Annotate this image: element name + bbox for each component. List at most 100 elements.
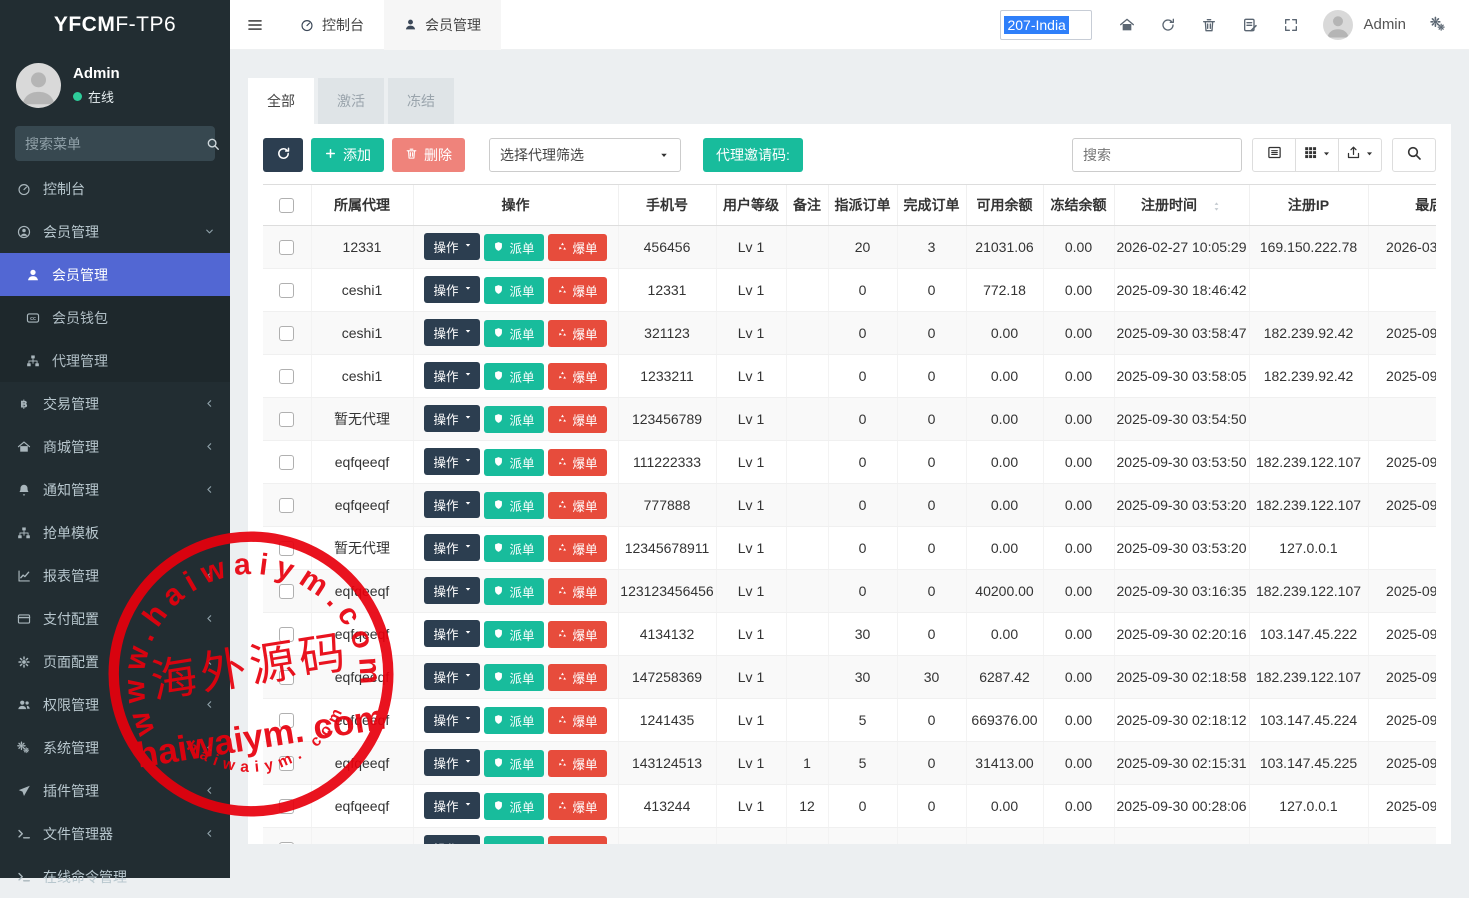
row-operate-button[interactable]: 操作	[424, 362, 480, 389]
detail-view-button[interactable]	[1252, 138, 1296, 172]
sidebar-item-trade-manage[interactable]: ฿交易管理	[0, 382, 230, 425]
trash-icon[interactable]	[1188, 0, 1229, 50]
sidebar-item-report-manage[interactable]: 报表管理	[0, 554, 230, 597]
row-operate-button[interactable]: 操作	[424, 405, 480, 432]
row-burst-button[interactable]: 爆单	[548, 535, 607, 562]
row-operate-button[interactable]: 操作	[424, 663, 480, 690]
quick-input[interactable]: 207-India	[1000, 10, 1092, 40]
menu-search-input[interactable]	[25, 136, 206, 152]
row-burst-button[interactable]: 爆单	[548, 406, 607, 433]
row-checkbox[interactable]	[279, 799, 294, 814]
table-search-input[interactable]	[1072, 138, 1242, 172]
row-burst-button[interactable]: 爆单	[548, 707, 607, 734]
sidebar-item-system-manage[interactable]: 系统管理	[0, 726, 230, 769]
row-operate-button[interactable]: 操作	[424, 577, 480, 604]
sidebar-item-console[interactable]: 控制台	[0, 167, 230, 210]
row-operate-button[interactable]: 操作	[424, 448, 480, 475]
hamburger-icon[interactable]	[230, 16, 280, 34]
sidebar-item-mall-manage[interactable]: 商城管理	[0, 425, 230, 468]
row-operate-button[interactable]: 操作	[424, 835, 480, 844]
row-operate-button[interactable]: 操作	[424, 534, 480, 561]
row-checkbox[interactable]	[279, 326, 294, 341]
sidebar-item-plugin-manage[interactable]: 插件管理	[0, 769, 230, 812]
row-dispatch-button[interactable]: 派单	[484, 621, 543, 648]
table-search-button[interactable]	[1392, 138, 1436, 172]
row-checkbox[interactable]	[279, 369, 294, 384]
row-checkbox[interactable]	[279, 842, 294, 844]
sidebar-item-file-manager[interactable]: 文件管理器	[0, 812, 230, 855]
row-operate-button[interactable]: 操作	[424, 749, 480, 776]
row-dispatch-button[interactable]: 派单	[484, 664, 543, 691]
row-operate-button[interactable]: 操作	[424, 319, 480, 346]
sidebar-item-perm-manage[interactable]: 权限管理	[0, 683, 230, 726]
row-dispatch-button[interactable]: 派单	[484, 449, 543, 476]
row-dispatch-button[interactable]: 派单	[484, 750, 543, 777]
topbar-tab-console[interactable]: 控制台	[280, 0, 384, 50]
sidebar-item-agent-manage[interactable]: 代理管理	[0, 339, 230, 382]
row-burst-button[interactable]: 爆单	[548, 621, 607, 648]
sidebar-item-page-config[interactable]: 页面配置	[0, 640, 230, 683]
row-checkbox[interactable]	[279, 756, 294, 771]
row-dispatch-button[interactable]: 派单	[484, 707, 543, 734]
topbar-tab-members[interactable]: 会员管理	[384, 0, 501, 50]
row-burst-button[interactable]: 爆单	[548, 664, 607, 691]
row-dispatch-button[interactable]: 派单	[484, 363, 543, 390]
row-dispatch-button[interactable]: 派单	[484, 406, 543, 433]
column-header-9[interactable]: 注册时间	[1114, 185, 1249, 226]
agent-filter-select[interactable]: 选择代理筛选	[489, 138, 681, 172]
add-button[interactable]: 添加	[311, 138, 384, 172]
sidebar-item-member-wallet[interactable]: cc会员钱包	[0, 296, 230, 339]
row-operate-button[interactable]: 操作	[424, 276, 480, 303]
row-burst-button[interactable]: 爆单	[548, 277, 607, 304]
row-burst-button[interactable]: 爆单	[548, 449, 607, 476]
row-dispatch-button[interactable]: 派单	[484, 277, 543, 304]
select-all-checkbox[interactable]	[279, 198, 294, 213]
sidebar-item-pay-config[interactable]: 支付配置	[0, 597, 230, 640]
row-dispatch-button[interactable]: 派单	[484, 578, 543, 605]
row-operate-button[interactable]: 操作	[424, 706, 480, 733]
row-operate-button[interactable]: 操作	[424, 233, 480, 260]
row-operate-button[interactable]: 操作	[424, 792, 480, 819]
fullscreen-icon[interactable]	[1270, 0, 1311, 50]
row-checkbox[interactable]	[279, 713, 294, 728]
row-burst-button[interactable]: 爆单	[548, 320, 607, 347]
row-dispatch-button[interactable]: 派单	[484, 793, 543, 820]
edit-doc-icon[interactable]	[1229, 0, 1270, 50]
home-icon[interactable]	[1106, 0, 1147, 50]
columns-toggle-button[interactable]	[1295, 138, 1339, 172]
row-checkbox[interactable]	[279, 455, 294, 470]
row-dispatch-button[interactable]: 派单	[484, 234, 543, 261]
tab-active[interactable]: 激活	[318, 78, 384, 124]
row-burst-button[interactable]: 爆单	[548, 750, 607, 777]
row-checkbox[interactable]	[279, 240, 294, 255]
row-checkbox[interactable]	[279, 584, 294, 599]
row-dispatch-button[interactable]: 派单	[484, 836, 543, 844]
tab-all[interactable]: 全部	[248, 78, 314, 124]
row-burst-button[interactable]: 爆单	[548, 234, 607, 261]
row-checkbox[interactable]	[279, 283, 294, 298]
refresh-table-button[interactable]	[263, 138, 303, 172]
sidebar-item-member-manage[interactable]: 会员管理	[0, 253, 230, 296]
row-checkbox[interactable]	[279, 670, 294, 685]
row-dispatch-button[interactable]: 派单	[484, 320, 543, 347]
sort-icon[interactable]	[1211, 201, 1222, 212]
settings-cogs-icon[interactable]	[1418, 0, 1459, 50]
sidebar-item-notify-manage[interactable]: 通知管理	[0, 468, 230, 511]
brand-logo[interactable]: YFCMF-TP6	[0, 0, 230, 50]
refresh-icon[interactable]	[1147, 0, 1188, 50]
row-burst-button[interactable]: 爆单	[548, 363, 607, 390]
row-dispatch-button[interactable]: 派单	[484, 535, 543, 562]
row-operate-button[interactable]: 操作	[424, 620, 480, 647]
row-burst-button[interactable]: 爆单	[548, 793, 607, 820]
row-burst-button[interactable]: 爆单	[548, 492, 607, 519]
export-button[interactable]	[1338, 138, 1382, 172]
row-checkbox[interactable]	[279, 541, 294, 556]
row-burst-button[interactable]: 爆单	[548, 836, 607, 844]
sidebar-item-online-command[interactable]: 在线命令管理	[0, 855, 230, 898]
topbar-user[interactable]: Admin	[1311, 10, 1418, 40]
row-dispatch-button[interactable]: 派单	[484, 492, 543, 519]
invite-code-button[interactable]: 代理邀请码:	[703, 138, 803, 172]
row-checkbox[interactable]	[279, 498, 294, 513]
row-burst-button[interactable]: 爆单	[548, 578, 607, 605]
tab-frozen[interactable]: 冻结	[388, 78, 454, 124]
